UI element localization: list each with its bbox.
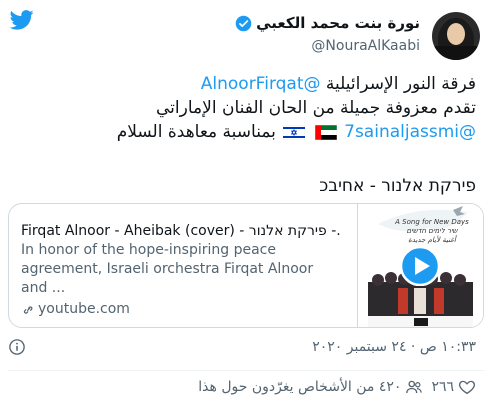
card-domain-text[interactable]: youtube.com: [38, 300, 130, 319]
author-handle[interactable]: @NouraAlKaabi: [311, 38, 420, 54]
mention-7sainaljassmi[interactable]: @7sainaljassmi: [344, 122, 476, 142]
avatar[interactable]: [432, 12, 480, 60]
info-icon[interactable]: [8, 338, 26, 356]
link-icon: [23, 305, 33, 314]
play-button-icon[interactable]: [400, 246, 440, 286]
like-action[interactable]: ٢٦٦: [431, 378, 476, 396]
tweet-line-3-text: بمناسبة معاهدة السلام: [116, 122, 276, 142]
tweet-hebrew-line: פירקת אלנור - אחיבכ: [319, 176, 476, 196]
heart-icon[interactable]: [458, 378, 476, 396]
tweet-line-3: @7sainaljassmi بمناسبة معاهدة السلام: [16, 120, 476, 144]
like-count[interactable]: ٢٦٦: [431, 379, 454, 395]
tweet-line-1: فرقة النور الإسرائيلية @AlnoorFirqat: [16, 72, 476, 96]
people-talking-text[interactable]: ٤٢٠ من الأشخاص يغرّدون حول هذا: [198, 379, 401, 395]
conversation-action[interactable]: ٤٢٠ من الأشخاص يغرّدون حول هذا: [198, 378, 423, 396]
tweet-actions: ٢٦٦ ٤٢٠ من الأشخاص يغرّدون حول هذا: [198, 378, 476, 396]
video-thumbnail[interactable]: A Song for New Days שיר לימים חדשים أغني…: [357, 204, 483, 327]
tweet-line-2: تقدم معزوفة جميلة من الحان الفنان الإمار…: [156, 98, 476, 118]
card-domain[interactable]: youtube.com: [21, 300, 341, 319]
card-description: In honor of the hope-inspiring peace agr…: [21, 242, 314, 296]
tweet-timestamp[interactable]: ١٠:٣٣ ص · ٢٤ سبتمبر ٢٠٢٠: [312, 339, 476, 355]
mention-alnoorfirqat[interactable]: @AlnoorFirqat: [201, 74, 321, 94]
link-preview-card[interactable]: Firqat Alnoor - Aheibak (cover) - פירקת …: [8, 203, 484, 328]
card-title[interactable]: Firqat Alnoor - Aheibak (cover) - פירקת …: [21, 222, 341, 241]
tweet-text: فرقة النور الإسرائيلية @AlnoorFirqat تقد…: [16, 72, 476, 144]
author-display-name[interactable]: نورة بنت محمد الكعبي: [256, 14, 420, 32]
divider: [8, 370, 484, 371]
thumbnail-caption: A Song for New Days שיר לימים חדשים أغني…: [386, 218, 478, 245]
thumbnail-caption-en: A Song for New Days: [395, 218, 469, 226]
people-icon: [406, 380, 423, 394]
tweet-line-1-text: فرقة النور الإسرائيلية: [325, 74, 476, 94]
author-name-row[interactable]: نورة بنت محمد الكعبي: [235, 14, 420, 32]
uae-flag-icon: [314, 124, 337, 140]
card-text[interactable]: Firqat Alnoor - Aheibak (cover) - פירקת …: [21, 222, 341, 319]
israel-flag-icon: [283, 124, 306, 140]
thumbnail-caption-he2: أغنية لأيام جديدة: [408, 236, 456, 244]
thumbnail-caption-he1: שיר לימים חדשים: [406, 227, 458, 235]
verified-badge-icon: [235, 15, 252, 31]
twitter-bird-icon[interactable]: [10, 10, 34, 30]
